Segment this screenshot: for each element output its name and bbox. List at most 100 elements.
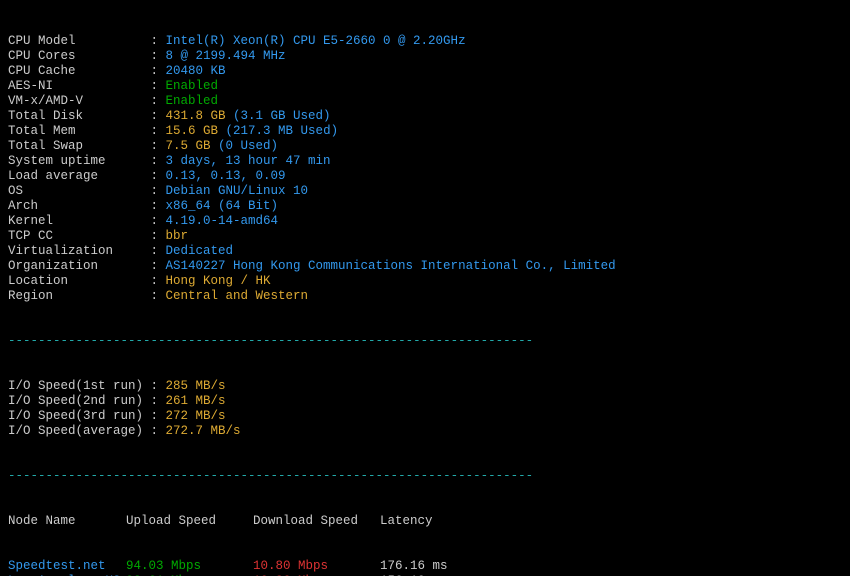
sysinfo-row: VM-x/AMD-V : Enabled <box>8 94 842 109</box>
sysinfo-value: 4.19.0-14-amd64 <box>166 214 279 228</box>
colon-icon: : <box>143 154 166 168</box>
sysinfo-value: Intel(R) Xeon(R) CPU E5-2660 0 @ 2.20GHz <box>166 34 466 48</box>
sysinfo-row: Kernel : 4.19.0-14-amd64 <box>8 214 842 229</box>
sysinfo-label: System uptime <box>8 154 143 169</box>
colon-icon: : <box>143 274 166 288</box>
sysinfo-row: Location : Hong Kong / HK <box>8 274 842 289</box>
colon-icon: : <box>143 409 166 423</box>
io-value: 272.7 MB/s <box>166 424 241 438</box>
colon-icon: : <box>143 79 166 93</box>
sysinfo-value: Debian GNU/Linux 10 <box>166 184 309 198</box>
sysinfo-label: Total Disk <box>8 109 143 124</box>
sysinfo-label: AES-NI <box>8 79 143 94</box>
sysinfo-value: Enabled <box>166 94 219 108</box>
sysinfo-value-2: (0 Used) <box>218 139 278 153</box>
io-row: I/O Speed(1st run) : 285 MB/s <box>8 379 842 394</box>
sysinfo-value: 7.5 GB <box>166 139 211 153</box>
net-upload: 94.03 Mbps <box>126 559 253 574</box>
terminal-output: CPU Model : Intel(R) Xeon(R) CPU E5-2660… <box>0 0 850 576</box>
sysinfo-value: 0.13, 0.13, 0.09 <box>166 169 286 183</box>
sysinfo-label: Organization <box>8 259 143 274</box>
sysinfo-label: Total Mem <box>8 124 143 139</box>
colon-icon: : <box>143 184 166 198</box>
io-label: I/O Speed(2nd run) <box>8 394 143 409</box>
sysinfo-row: Load average : 0.13, 0.13, 0.09 <box>8 169 842 184</box>
io-row: I/O Speed(average) : 272.7 MB/s <box>8 424 842 439</box>
sysinfo-label: Total Swap <box>8 139 143 154</box>
net-table-block: Speedtest.net94.03 Mbps10.80 Mbps176.16 … <box>8 559 842 576</box>
sysinfo-value: 8 @ 2199.494 MHz <box>166 49 286 63</box>
colon-icon: : <box>143 34 166 48</box>
sysinfo-label: OS <box>8 184 143 199</box>
io-row: I/O Speed(3rd run) : 272 MB/s <box>8 409 842 424</box>
sysinfo-value: Enabled <box>166 79 219 93</box>
io-value: 272 MB/s <box>166 409 226 423</box>
sysinfo-label: Kernel <box>8 214 143 229</box>
col-download: Download Speed <box>253 514 380 529</box>
sysinfo-row: Total Disk : 431.8 GB (3.1 GB Used) <box>8 109 842 124</box>
colon-icon: : <box>143 379 166 393</box>
sysinfo-value-2: (64 Bit) <box>218 199 278 213</box>
sysinfo-value: AS140227 Hong Kong Communications Intern… <box>166 259 616 273</box>
sysinfo-value: 431.8 GB <box>166 109 226 123</box>
net-header-row: Node NameUpload SpeedDownload SpeedLaten… <box>8 514 842 529</box>
io-value: 285 MB/s <box>166 379 226 393</box>
col-upload: Upload Speed <box>126 514 253 529</box>
sysinfo-row: Total Mem : 15.6 GB (217.3 MB Used) <box>8 124 842 139</box>
sysinfo-label: Arch <box>8 199 143 214</box>
net-row: Speedtest.net94.03 Mbps10.80 Mbps176.16 … <box>8 559 842 574</box>
sysinfo-value: 20480 KB <box>166 64 226 78</box>
colon-icon: : <box>143 199 166 213</box>
sysinfo-row: Virtualization : Dedicated <box>8 244 842 259</box>
sysinfo-value: Hong Kong / HK <box>166 274 271 288</box>
colon-icon: : <box>143 229 166 243</box>
sysinfo-value-2: (217.3 MB Used) <box>226 124 339 138</box>
io-label: I/O Speed(average) <box>8 424 143 439</box>
col-node: Node Name <box>8 514 126 529</box>
sysinfo-value: 15.6 GB <box>166 124 219 138</box>
colon-icon: : <box>143 394 166 408</box>
system-info-block: CPU Model : Intel(R) Xeon(R) CPU E5-2660… <box>8 34 842 304</box>
sysinfo-label: Region <box>8 289 143 304</box>
sysinfo-value: Central and Western <box>166 289 309 303</box>
io-value: 261 MB/s <box>166 394 226 408</box>
io-speed-block: I/O Speed(1st run) : 285 MB/sI/O Speed(2… <box>8 379 842 439</box>
sysinfo-row: CPU Cores : 8 @ 2199.494 MHz <box>8 49 842 64</box>
sysinfo-row: AES-NI : Enabled <box>8 79 842 94</box>
sysinfo-label: CPU Cores <box>8 49 143 64</box>
divider-1: ----------------------------------------… <box>8 334 533 348</box>
sysinfo-row: Region : Central and Western <box>8 289 842 304</box>
sysinfo-value: bbr <box>166 229 189 243</box>
sysinfo-label: TCP CC <box>8 229 143 244</box>
colon-icon: : <box>143 289 166 303</box>
sysinfo-value: x86_64 <box>166 199 211 213</box>
sysinfo-label: Virtualization <box>8 244 143 259</box>
net-node: Speedtest.net <box>8 559 126 574</box>
sysinfo-row: TCP CC : bbr <box>8 229 842 244</box>
sysinfo-row: CPU Model : Intel(R) Xeon(R) CPU E5-2660… <box>8 34 842 49</box>
sysinfo-row: System uptime : 3 days, 13 hour 47 min <box>8 154 842 169</box>
net-download: 10.80 Mbps <box>253 559 380 574</box>
io-label: I/O Speed(3rd run) <box>8 409 143 424</box>
colon-icon: : <box>143 64 166 78</box>
colon-icon: : <box>143 94 166 108</box>
colon-icon: : <box>143 424 166 438</box>
colon-icon: : <box>143 139 166 153</box>
col-latency: Latency <box>380 514 500 529</box>
colon-icon: : <box>143 109 166 123</box>
sysinfo-row: Organization : AS140227 Hong Kong Commun… <box>8 259 842 274</box>
net-latency: 176.16 ms <box>380 559 500 574</box>
colon-icon: : <box>143 124 166 138</box>
sysinfo-label: CPU Cache <box>8 64 143 79</box>
sysinfo-row: Total Swap : 7.5 GB (0 Used) <box>8 139 842 154</box>
sysinfo-label: CPU Model <box>8 34 143 49</box>
sysinfo-label: Location <box>8 274 143 289</box>
sysinfo-label: VM-x/AMD-V <box>8 94 143 109</box>
sysinfo-row: OS : Debian GNU/Linux 10 <box>8 184 842 199</box>
sysinfo-row: Arch : x86_64 (64 Bit) <box>8 199 842 214</box>
divider-2: ----------------------------------------… <box>8 469 533 483</box>
colon-icon: : <box>143 49 166 63</box>
sysinfo-value: Dedicated <box>166 244 234 258</box>
colon-icon: : <box>143 259 166 273</box>
sysinfo-row: CPU Cache : 20480 KB <box>8 64 842 79</box>
